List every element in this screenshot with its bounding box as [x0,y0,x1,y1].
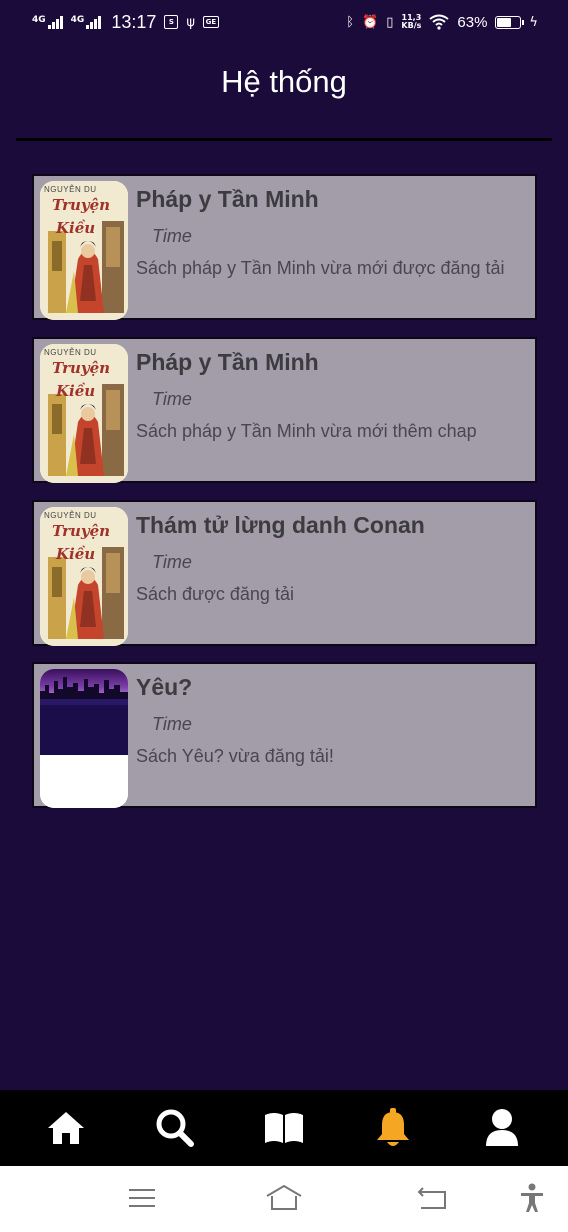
user-icon [485,1109,518,1146]
truyen-kieu-cover-art: NGUYỄN DU Truyện Kiều [40,507,128,646]
page-title: Hệ thống [221,64,347,99]
cover-author: NGUYỄN DU [44,185,97,194]
notification-message: Sách Yêu? vừa đăng tải! [136,746,334,766]
bell-icon [376,1108,409,1146]
accessibility-icon [521,1183,543,1212]
notification-message: Sách pháp y Tần Minh vừa mới được đăng t… [136,258,505,278]
home-outline-icon [266,1184,302,1210]
cover-author: NGUYỄN DU [44,511,97,520]
truyen-kieu-cover-art: NGUYỄN DU Truyện Kiều [40,181,128,320]
system-nav-bar [0,1166,568,1232]
truyen-kieu-cover-art: NGUYỄN DU Truyện Kiều [40,344,128,483]
cover-title-2: Kiều [56,219,96,237]
recent-apps-button[interactable] [122,1182,162,1214]
battery-icon [495,15,525,29]
status-bar: 4G 4G 13:17 S ψ GE ᛒ ⏰ ▯ 11,3 KB/s 63% ϟ [0,0,568,44]
network-type-label-2: 4G [70,15,85,25]
home-system-button[interactable] [264,1182,304,1214]
cover-title-1: Truyện [52,359,111,377]
book-cover: NGUYỄN DU Truyện Kiều [40,344,128,483]
search-icon [156,1109,195,1147]
usb-icon: ψ [186,14,195,30]
notification-time: Time [152,714,192,734]
cover-title-2: Kiều [56,382,96,400]
shopee-icon: S [164,15,179,29]
net-speed-unit: KB/s [401,21,422,30]
notification-time: Time [152,552,192,572]
cover-title-2: Kiều [56,545,96,563]
nav-library[interactable] [256,1100,312,1156]
status-right: ᛒ ⏰ ▯ 11,3 KB/s 63% ϟ [346,14,538,31]
notification-message: Sách được đăng tải [136,584,294,604]
notification-card[interactable]: Yêu? Time Sách Yêu? vừa đăng tải! [32,662,537,808]
nav-search[interactable] [147,1100,203,1156]
accessibility-button[interactable] [512,1182,552,1214]
back-button[interactable] [412,1182,452,1214]
nav-notifications[interactable] [365,1100,421,1156]
signal-icon-2: 4G [71,15,102,29]
city-night-art [40,669,128,808]
book-open-icon [264,1113,303,1143]
notification-title: Pháp y Tần Minh [136,186,319,212]
battery-fill [497,17,512,27]
cover-author: NGUYỄN DU [44,348,97,357]
nav-profile[interactable] [474,1100,530,1156]
clock: 13:17 [111,11,157,32]
wifi-icon [429,14,450,30]
status-left: 4G 4G 13:17 S ψ GE [32,12,219,33]
notification-title: Thám tử lừng danh Conan [136,512,425,538]
notification-card[interactable]: NGUYỄN DU Truyện Kiều Pháp y Tần Minh Ti… [32,337,537,483]
vibrate-icon: ▯ [386,14,394,30]
notification-title: Pháp y Tần Minh [136,349,319,375]
book-cover: NGUYỄN DU Truyện Kiều [40,507,128,646]
alarm-icon: ⏰ [362,14,379,30]
notification-message: Sách pháp y Tần Minh vừa mới thêm chap [136,421,477,441]
menu-icon [129,1189,155,1207]
notification-time: Time [152,389,192,409]
nav-home[interactable] [38,1100,94,1156]
network-type-label: 4G [32,15,46,25]
notification-time: Time [152,226,192,246]
charging-icon: ϟ [529,14,538,30]
net-speed: 11,3 KB/s [401,14,421,30]
header-divider [16,138,552,141]
bottom-nav [0,1090,568,1166]
bluetooth-icon: ᛒ [346,14,355,30]
home-icon [48,1112,85,1144]
battery-percent: 63% [457,13,488,31]
back-icon [417,1187,446,1209]
cover-title-1: Truyện [52,522,111,540]
book-cover [40,669,128,808]
notification-title: Yêu? [136,674,193,700]
signal-icon: 4G [32,15,63,29]
book-cover: NGUYỄN DU Truyện Kiều [40,181,128,320]
notification-card[interactable]: NGUYỄN DU Truyện Kiều Pháp y Tần Minh Ti… [32,174,537,320]
notification-card[interactable]: NGUYỄN DU Truyện Kiều Thám tử lừng danh … [32,500,537,646]
ge-icon: GE [202,16,219,28]
cover-title-1: Truyện [52,196,111,214]
